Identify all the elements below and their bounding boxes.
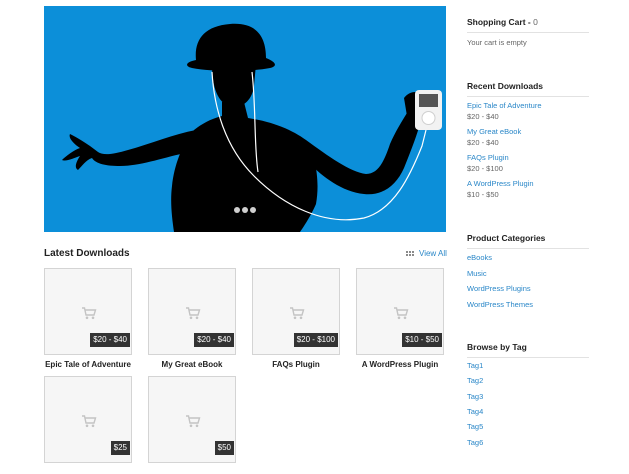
product-thumbnail[interactable]: $50 [148,376,236,463]
price-badge: $20 - $40 [90,333,130,347]
slider-dot[interactable] [250,207,256,213]
slider-dot[interactable] [234,207,240,213]
grid-view-icon [406,251,414,256]
slider-pagination[interactable] [234,207,256,213]
tag-link[interactable]: Tag5 [467,422,483,431]
product-thumbnail[interactable]: $20 - $100 [252,268,340,355]
price-badge: $20 - $40 [194,333,234,347]
view-all-link[interactable]: View All [406,249,447,258]
category-link[interactable]: WordPress Themes [467,300,533,309]
recent-download-link[interactable]: My Great eBook [467,127,521,136]
price-badge: $10 - $50 [402,333,442,347]
price-badge: $25 [110,441,130,455]
recent-download-link[interactable]: FAQs Plugin [467,153,509,162]
product-categories-heading: Product Categories [467,233,589,249]
tag-link[interactable]: Tag2 [467,376,483,385]
view-all-label: View All [419,249,447,258]
price-badge: $20 - $100 [293,333,338,347]
product-thumbnail[interactable]: $10 - $50 [356,268,444,355]
product-thumbnail[interactable]: $20 - $40 [148,268,236,355]
product-thumbnail[interactable]: $20 - $40 [44,268,132,355]
cart-empty-text: Your cart is empty [467,38,527,47]
category-link[interactable]: Music [467,269,487,278]
category-link[interactable]: eBooks [467,253,492,262]
hero-slider[interactable] [44,6,446,232]
recent-download-link[interactable]: Epic Tale of Adventure [467,101,542,110]
category-link[interactable]: WordPress Plugins [467,284,531,293]
product-title-link[interactable]: Epic Tale of Adventure [34,360,142,369]
recent-download-price: $20 - $40 [467,138,499,147]
product-title-link[interactable]: A WordPress Plugin [346,360,454,369]
tag-link[interactable]: Tag3 [467,392,483,401]
hero-silhouette-image [62,23,442,232]
shopping-cart-icon [81,306,97,320]
recent-download-price: $20 - $100 [467,164,503,173]
latest-downloads-heading: Latest Downloads [44,248,130,259]
tag-link[interactable]: Tag6 [467,438,483,447]
product-thumbnail[interactable]: $25 [44,376,132,463]
tag-link[interactable]: Tag1 [467,361,483,370]
tag-link[interactable]: Tag4 [467,407,483,416]
recent-downloads-heading: Recent Downloads [467,81,589,97]
shopping-cart-heading: Shopping Cart - 0 [467,17,589,33]
slider-dot[interactable] [242,207,248,213]
cart-count: 0 [533,17,538,27]
recent-download-link[interactable]: A WordPress Plugin [467,179,534,188]
product-title-link[interactable]: FAQs Plugin [242,360,350,369]
shopping-cart-icon [393,306,409,320]
price-badge: $50 [214,441,234,455]
product-title-link[interactable]: My Great eBook [138,360,246,369]
shopping-cart-icon [185,306,201,320]
shopping-cart-icon [81,414,97,428]
shopping-cart-icon [289,306,305,320]
shopping-cart-icon [185,414,201,428]
browse-by-tag-heading: Browse by Tag [467,342,589,358]
recent-download-price: $20 - $40 [467,112,499,121]
recent-download-price: $10 - $50 [467,190,499,199]
cart-title: Shopping Cart - [467,17,531,27]
